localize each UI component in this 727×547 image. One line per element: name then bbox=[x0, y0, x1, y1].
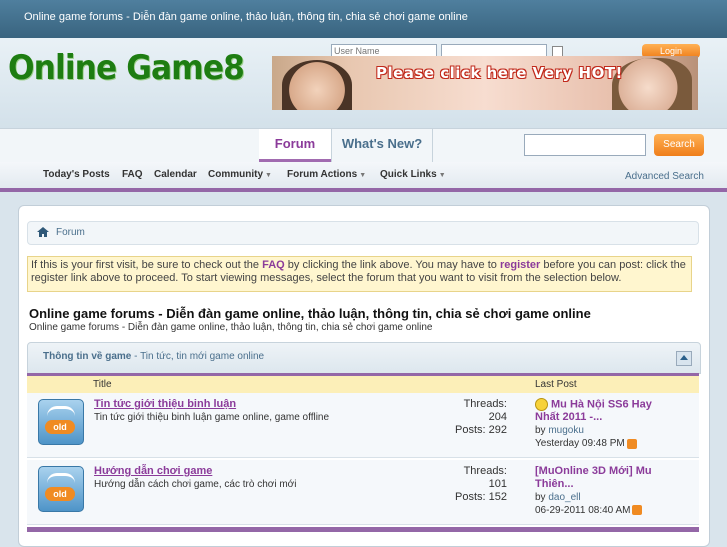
search-button[interactable]: Search bbox=[654, 134, 704, 156]
subnav-quick-links-label: Quick Links bbox=[380, 169, 437, 180]
table-header: Title Last Post bbox=[27, 373, 699, 393]
threads-count: 204 bbox=[488, 411, 507, 423]
last-post-title[interactable]: [MuOnline 3D Mới] Mu Thiên... bbox=[535, 465, 652, 490]
last-post-title[interactable]: Mu Hà Nội SS6 Hay Nhất 2011 -... bbox=[535, 398, 652, 423]
threads-count: 101 bbox=[488, 478, 507, 490]
page-title: Online game forums - Diễn đàn game onlin… bbox=[29, 306, 591, 321]
last-post-time: 08:40 AM bbox=[588, 505, 631, 516]
notice-faq-link[interactable]: FAQ bbox=[262, 259, 285, 271]
breadcrumb-forum[interactable]: Forum bbox=[56, 227, 85, 238]
last-post: [MuOnline 3D Mới] Mu Thiên... by dao_ell… bbox=[535, 465, 665, 517]
threads-label: Threads: bbox=[463, 465, 507, 477]
notice-register-link[interactable]: register bbox=[500, 259, 540, 271]
site-title: Online game forums - Diễn đàn game onlin… bbox=[24, 11, 468, 23]
home-icon[interactable] bbox=[37, 227, 49, 237]
last-post-user[interactable]: mugoku bbox=[548, 425, 584, 436]
banner-image-left bbox=[282, 60, 352, 110]
breadcrumb: Forum bbox=[27, 221, 699, 245]
forum-row: old Hướng dẫn chơi game Hướng dẫn cách c… bbox=[27, 460, 699, 525]
chevron-down-icon: ▼ bbox=[265, 172, 272, 179]
search-input[interactable] bbox=[524, 134, 646, 156]
notice-box: If this is your first visit, be sure to … bbox=[27, 256, 692, 292]
subnav-faq[interactable]: FAQ bbox=[122, 169, 143, 180]
posts-count: 152 bbox=[488, 491, 507, 503]
tab-whats-new[interactable]: What's New? bbox=[331, 129, 433, 162]
by-label: by bbox=[535, 492, 546, 503]
col-title: Title bbox=[93, 379, 112, 390]
page-subtitle: Online game forums - Diễn đàn game onlin… bbox=[29, 322, 433, 333]
threads-label: Threads: bbox=[463, 398, 507, 410]
category-header: Thông tin về game - Tin tức, tin mới gam… bbox=[27, 342, 701, 374]
go-to-post-icon[interactable] bbox=[632, 505, 643, 516]
notice-text-2: by clicking the link above. You may have… bbox=[284, 259, 500, 271]
last-post-date: Yesterday bbox=[535, 438, 580, 450]
banner-image-right bbox=[612, 58, 692, 110]
col-last-post: Last Post bbox=[535, 379, 577, 390]
banner-text: Please click here Very HOT! bbox=[376, 64, 623, 82]
subnav-calendar[interactable]: Calendar bbox=[154, 169, 197, 180]
collapse-icon[interactable] bbox=[676, 351, 692, 366]
subnav-community-label: Community bbox=[208, 169, 263, 180]
chevron-down-icon: ▼ bbox=[359, 172, 367, 179]
category-desc: Tin tức, tin mới game online bbox=[140, 351, 265, 362]
forum-row: old Tin tức giới thiệu binh luận Tin tức… bbox=[27, 393, 699, 458]
subnav-forum-actions-label: Forum Actions bbox=[287, 169, 358, 180]
table-footer-bar bbox=[27, 527, 699, 532]
by-label: by bbox=[535, 425, 546, 437]
last-post-date: 06-29-2011 bbox=[535, 505, 586, 516]
subnav-forum-actions[interactable]: Forum Actions ▼ bbox=[287, 169, 366, 180]
forum-status-label: old bbox=[45, 487, 75, 501]
category-separator: - bbox=[131, 351, 141, 362]
forum-desc: Hướng dẫn cách chơi game, các trò chơi m… bbox=[94, 479, 297, 490]
subnav-community[interactable]: Community ▼ bbox=[208, 169, 272, 180]
forum-title[interactable]: Tin tức giới thiệu binh luận bbox=[94, 398, 236, 410]
forum-stats: Threads: 101 Posts: 152 bbox=[435, 465, 507, 504]
notice-text-1: If this is your first visit, be sure to … bbox=[31, 259, 263, 271]
category-title[interactable]: Thông tin về game - Tin tức, tin mới gam… bbox=[43, 351, 264, 362]
last-post-user[interactable]: dao_ell bbox=[548, 492, 580, 503]
posts-label: Posts: bbox=[455, 424, 486, 436]
forum-status-label: old bbox=[45, 420, 75, 434]
forum-status-icon: old bbox=[38, 399, 84, 445]
forum-title[interactable]: Hướng dẫn chơi game bbox=[94, 465, 212, 477]
ad-banner[interactable]: Please click here Very HOT! bbox=[272, 56, 698, 110]
posts-label: Posts: bbox=[455, 491, 486, 503]
advanced-search-link[interactable]: Advanced Search bbox=[625, 171, 704, 182]
logo[interactable]: Online Game8 bbox=[8, 48, 245, 88]
top-bar: Online game forums - Diễn đàn game onlin… bbox=[0, 0, 727, 38]
chevron-down-icon: ▼ bbox=[438, 172, 446, 179]
subnav-todays-posts[interactable]: Today's Posts bbox=[43, 169, 110, 180]
subnav-quick-links[interactable]: Quick Links ▼ bbox=[380, 169, 446, 180]
content-panel: Forum If this is your first visit, be su… bbox=[18, 205, 710, 547]
forum-stats: Threads: 204 Posts: 292 bbox=[435, 398, 507, 437]
forum-status-icon: old bbox=[38, 466, 84, 512]
posts-count: 292 bbox=[488, 424, 507, 436]
tab-forum[interactable]: Forum bbox=[259, 129, 331, 162]
forum-desc: Tin tức giới thiệu binh luận game online… bbox=[94, 412, 330, 423]
sub-navbar: Today's Posts FAQ Calendar Community ▼ Fo… bbox=[0, 162, 727, 192]
last-post: Mu Hà Nội SS6 Hay Nhất 2011 -... by mugo… bbox=[535, 398, 665, 450]
last-post-time: 09:48 PM bbox=[581, 438, 625, 450]
smiley-icon bbox=[535, 398, 548, 411]
go-to-post-icon[interactable] bbox=[626, 438, 637, 449]
category-name: Thông tin về game bbox=[43, 351, 132, 362]
